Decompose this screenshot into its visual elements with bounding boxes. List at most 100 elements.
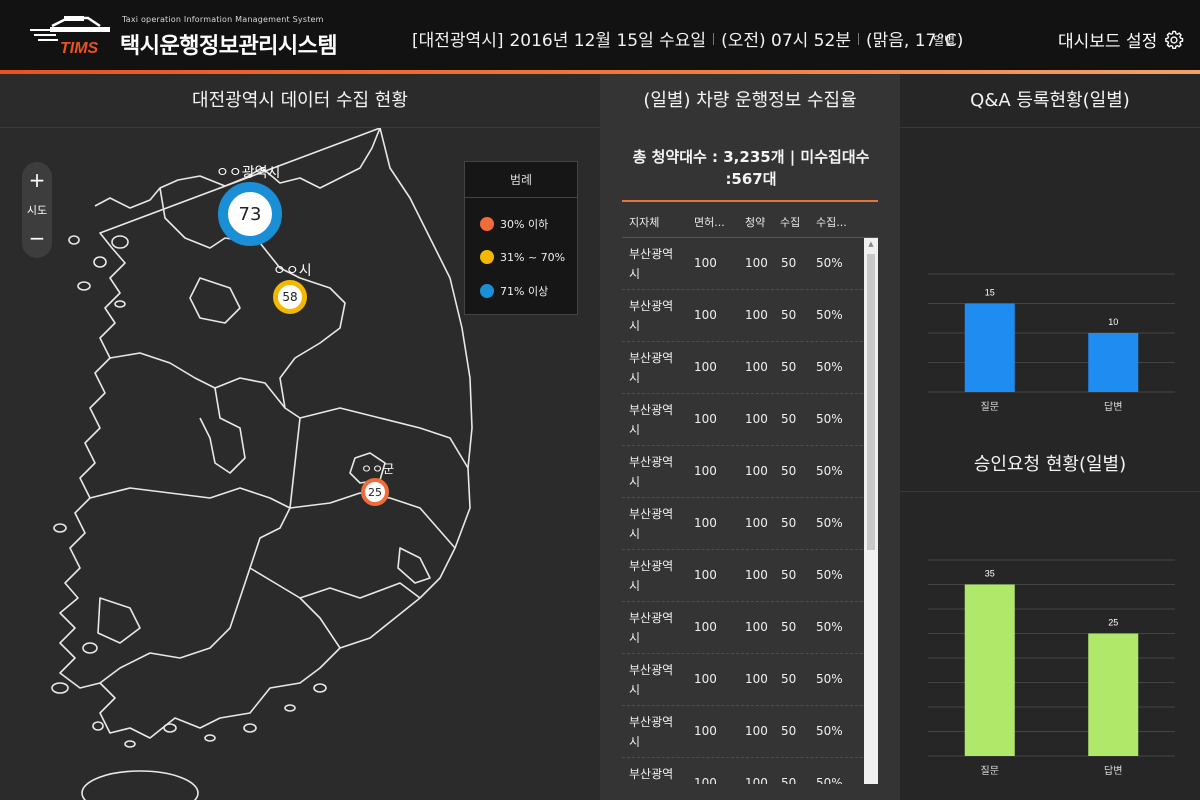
cell-rate: 50% xyxy=(816,308,843,322)
cell-region: 부산광역시 xyxy=(629,403,674,437)
cell-subscription: 100 xyxy=(745,256,768,270)
zoom-in-button[interactable]: + xyxy=(22,168,52,192)
table-row[interactable]: 부산광역시 100 100 50 50% xyxy=(622,342,878,394)
cell-subscription: 100 xyxy=(745,464,768,478)
cell-license: 100 xyxy=(694,620,717,634)
table-row[interactable]: 부산광역시 100 100 50 50% xyxy=(622,238,878,290)
logo-title: 택시운행정보관리시스템 xyxy=(120,34,338,59)
approval-category-label: 질문 xyxy=(981,765,999,777)
cell-subscription: 100 xyxy=(745,568,768,582)
cell-subscription: 100 xyxy=(745,360,768,374)
table-row[interactable]: 부산광역시 100 100 50 50% xyxy=(622,550,878,602)
cell-collected: 50 xyxy=(781,360,797,374)
map-island xyxy=(68,235,80,245)
daily-tag: 일별 xyxy=(933,34,956,48)
cell-region: 부산광역시 xyxy=(629,351,674,385)
qa-bar xyxy=(1088,333,1139,392)
map-island xyxy=(82,642,98,654)
map-island xyxy=(313,683,327,693)
cell-collected: 50 xyxy=(781,776,797,784)
dashboard-settings-button[interactable]: 대시보드 설정 xyxy=(1058,27,1185,52)
table-row[interactable]: 부산광역시 100 100 50 50% xyxy=(622,394,878,446)
marker-value: 25 xyxy=(368,485,382,499)
cell-subscription: 100 xyxy=(745,308,768,322)
map-border xyxy=(109,352,286,409)
approval-bar-value-label: 35 xyxy=(985,569,995,579)
legend-item: 71% 이상 xyxy=(480,283,548,299)
col-header-collected[interactable]: 수집 xyxy=(780,214,800,230)
approval-bar xyxy=(964,584,1015,756)
table-row[interactable]: 부산광역시 100 100 50 50% xyxy=(622,290,878,342)
qa-bar-value-label: 10 xyxy=(1108,317,1118,327)
gear-icon xyxy=(1165,30,1184,49)
cell-rate: 50% xyxy=(816,672,843,686)
table-header: 지자체 면허... 청약 수집 수집... xyxy=(622,202,878,238)
approval-panel: 승인요청 현황(일별) 35 질문 25 답변 xyxy=(900,438,1200,800)
map-border xyxy=(97,597,141,644)
cell-region: 부산광역시 xyxy=(629,611,674,645)
col-header-rate[interactable]: 수집... xyxy=(816,214,847,230)
tims-logo: TIMS xyxy=(30,16,110,57)
legend-dot-low xyxy=(480,217,494,231)
qa-bar-value-label: 15 xyxy=(985,288,995,298)
table-body[interactable]: 부산광역시 100 100 50 50% 부산광역시 100 100 50 50% 부산광역시 100… xyxy=(622,238,878,784)
cell-rate: 50% xyxy=(816,776,843,784)
cell-subscription: 100 xyxy=(745,724,768,738)
collection-summary: 총 청약대수 : 3,235개 | 미수집대수 :567대 xyxy=(632,148,870,188)
map-legend: 범례 30% 이하 31% ~ 70% 71% 이상 xyxy=(464,161,578,315)
cell-region: 부산광역시 xyxy=(629,559,674,593)
map-island xyxy=(93,256,107,268)
cell-license: 100 xyxy=(694,360,717,374)
cell-collected: 50 xyxy=(781,308,797,322)
legend-label: 31% ~ 70% xyxy=(500,250,566,264)
cell-rate: 50% xyxy=(816,464,843,478)
header-date: 2016년 12월 15일 수요일 xyxy=(509,31,707,51)
map-border xyxy=(397,547,431,584)
map-border xyxy=(299,407,469,469)
col-header-subscription[interactable]: 청약 xyxy=(745,214,765,230)
cell-collected: 50 xyxy=(781,568,797,582)
scroll-up-arrow-icon[interactable]: ▲ xyxy=(864,240,878,248)
cell-rate: 50% xyxy=(816,412,843,426)
marker-label-city: ㅇㅇ시 xyxy=(273,263,312,279)
zoom-out-button[interactable]: − xyxy=(22,226,52,250)
map-border xyxy=(299,582,421,599)
table-row[interactable]: 부산광역시 100 100 50 50% xyxy=(622,498,878,550)
table-row[interactable]: 부산광역시 100 100 50 50% xyxy=(622,602,878,654)
table-row[interactable]: 부산광역시 100 100 50 50% xyxy=(622,758,878,784)
marker-county[interactable]: 25 xyxy=(361,478,389,506)
table-row[interactable]: 부산광역시 100 100 50 50% xyxy=(622,446,878,498)
legend-dot-mid xyxy=(480,250,494,264)
marker-value: 73 xyxy=(238,203,262,225)
qa-panel-title: Q&A 등록현황(일별) xyxy=(900,74,1200,128)
col-header-region[interactable]: 지자체 xyxy=(629,214,659,230)
legend-title: 범례 xyxy=(465,162,577,198)
marker-label-county: ㅇㅇ군 xyxy=(361,462,395,476)
table-panel-title: (일별) 차량 운행정보 수집율 xyxy=(643,90,857,111)
map-border xyxy=(189,277,241,324)
logo-subtitle: Taxi operation Information Management Sy… xyxy=(122,15,324,24)
cell-license: 100 xyxy=(694,724,717,738)
cell-collected: 50 xyxy=(781,620,797,634)
cell-license: 100 xyxy=(694,256,717,270)
header-time: (오전) 07시 52분 xyxy=(721,31,851,51)
marker-metro[interactable]: 73 xyxy=(218,182,282,246)
cell-subscription: 100 xyxy=(745,620,768,634)
table-scrollbar[interactable]: ▲ xyxy=(864,238,878,784)
map-border xyxy=(249,567,341,649)
approval-panel-title: 승인요청 현황(일별) xyxy=(900,438,1200,492)
qa-bar xyxy=(964,303,1015,392)
map-island xyxy=(77,281,91,291)
table-row[interactable]: 부산광역시 100 100 50 50% xyxy=(622,706,878,758)
cell-rate: 50% xyxy=(816,360,843,374)
map-island xyxy=(92,721,104,731)
cell-subscription: 100 xyxy=(745,516,768,530)
approval-bar-chart: 35 질문 25 답변 xyxy=(928,559,1175,777)
legend-label: 30% 이하 xyxy=(500,218,549,231)
qa-panel: Q&A 등록현황(일별) 15 질문 10 답변 xyxy=(900,74,1200,438)
col-header-license[interactable]: 면허... xyxy=(694,214,725,230)
table-row[interactable]: 부산광역시 100 100 50 50% xyxy=(622,654,878,706)
dashboard-settings-label: 대시보드 설정 xyxy=(1058,32,1158,52)
marker-city[interactable]: 58 xyxy=(273,280,307,314)
scroll-thumb[interactable] xyxy=(867,254,875,550)
